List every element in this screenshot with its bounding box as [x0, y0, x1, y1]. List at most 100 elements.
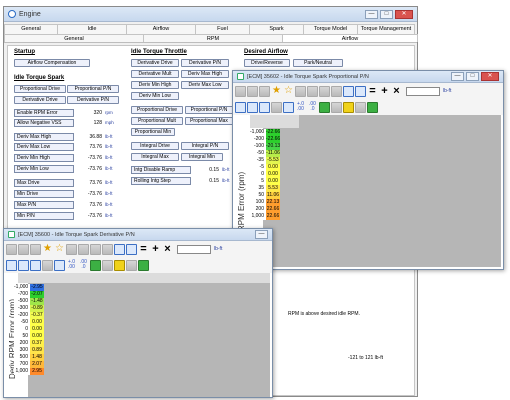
view-split-icon[interactable] — [247, 101, 258, 113]
open-icon[interactable] — [6, 243, 17, 255]
multiply-icon[interactable]: × — [391, 85, 402, 97]
save-icon[interactable] — [247, 85, 258, 97]
table-cell[interactable]: 5.53 — [266, 185, 280, 192]
throttle-derivative-mult-button[interactable]: Derivative Mult — [131, 70, 179, 78]
favorite-add-icon[interactable]: ☆ — [283, 85, 294, 97]
spark-proportional-pn-button[interactable]: Proportional P/N — [67, 85, 119, 93]
param-value[interactable]: -73.76 — [74, 165, 102, 173]
paste-icon[interactable] — [126, 243, 137, 255]
view-table-icon[interactable] — [235, 101, 246, 113]
navigate-icon[interactable] — [42, 259, 53, 271]
interpolate-icon[interactable] — [90, 259, 101, 271]
spark-proportional-drive-button[interactable]: Proportional Drive — [14, 85, 66, 93]
favorite-icon[interactable]: ★ — [42, 243, 53, 255]
throttle-proportional-min-button[interactable]: Proportional Min — [131, 128, 175, 136]
interpolate-icon[interactable] — [319, 101, 330, 113]
table-cell[interactable]: 1.48 — [30, 354, 44, 361]
tab-torque-model[interactable]: Torque Model — [303, 24, 358, 34]
copy-icon[interactable] — [343, 85, 354, 97]
plus-icon[interactable]: + — [379, 85, 390, 97]
table-cell[interactable]: -1.48 — [30, 298, 44, 305]
favorite-icon[interactable]: ★ — [271, 85, 282, 97]
maximize-button[interactable]: □ — [466, 72, 479, 81]
spark-derivative-drive-button[interactable]: Derivative Drive — [14, 96, 66, 104]
table-cell[interactable]: -2.07 — [30, 291, 44, 298]
tab-spark[interactable]: Spark — [249, 24, 304, 34]
throttle-integral-drive-button[interactable]: Integral Drive — [131, 142, 179, 150]
table-cell[interactable]: 0.00 — [266, 164, 280, 171]
table-cell[interactable]: 2.07 — [30, 361, 44, 368]
decrease-decimals-icon[interactable]: .00.0 — [307, 101, 318, 113]
table-cell[interactable]: 0.00 — [266, 171, 280, 178]
throttle-proportional-mult-button[interactable]: Proportional Mult — [131, 117, 183, 125]
undo-icon[interactable] — [331, 85, 342, 97]
throttle-proportional-pn-button[interactable]: Proportional P/N — [185, 106, 233, 114]
table-cell[interactable]: 0.00 — [30, 326, 44, 333]
print-icon[interactable] — [30, 243, 41, 255]
value-input[interactable] — [177, 244, 211, 254]
open-icon[interactable] — [235, 85, 246, 97]
equals-icon[interactable]: = — [138, 243, 149, 255]
throttle-proportional-drive-button[interactable]: Proportional Drive — [131, 106, 183, 114]
param-value[interactable]: -73.76 — [74, 190, 102, 198]
paste-icon[interactable] — [355, 85, 366, 97]
minimize-button[interactable]: — — [365, 9, 378, 19]
param-value[interactable]: 73.76 — [74, 143, 102, 151]
table-icon-2[interactable] — [307, 85, 318, 97]
param-value[interactable]: 128 — [74, 119, 102, 127]
table-cell[interactable]: -2.95 — [30, 284, 44, 291]
smooth-icon[interactable] — [331, 101, 342, 113]
throttle-integral-min-button[interactable]: Integral Min — [181, 153, 223, 161]
throttle-derivative-pn-button[interactable]: Derivative P/N — [181, 59, 229, 67]
navigate-icon[interactable] — [271, 101, 282, 113]
favorite-add-icon[interactable]: ☆ — [54, 243, 65, 255]
line-chart-icon[interactable] — [283, 101, 294, 113]
chart-icon[interactable] — [90, 243, 101, 255]
table-cell[interactable]: 0.89 — [30, 347, 44, 354]
throttle-deriv-min-low-button[interactable]: Deriv Min Low — [131, 92, 179, 100]
table-cell[interactable]: 2.95 — [30, 368, 44, 375]
copy-icon[interactable] — [114, 243, 125, 255]
fill-icon[interactable] — [343, 101, 354, 113]
table-cell[interactable]: -11.06 — [266, 150, 280, 157]
drive-reverse-button[interactable]: Drive/Reverse — [244, 59, 290, 67]
print-icon[interactable] — [259, 85, 270, 97]
compare-icon[interactable] — [126, 259, 137, 271]
throttle-derivative-drive-button[interactable]: Derivative Drive — [131, 59, 179, 67]
param-value[interactable]: 0.15 — [191, 166, 219, 174]
tab-idle[interactable]: Idle — [57, 24, 127, 34]
chart-icon[interactable] — [319, 85, 330, 97]
view-table-icon[interactable] — [6, 259, 17, 271]
subtab-general[interactable]: General — [4, 34, 144, 42]
color-scale-icon[interactable] — [367, 101, 378, 113]
table-cell[interactable]: -22.66 — [266, 136, 280, 143]
param-value[interactable]: 0.15 — [191, 177, 219, 185]
table-cell[interactable]: 11.06 — [266, 192, 280, 199]
param-value[interactable]: 320 — [74, 109, 102, 117]
spark-derivative-pn-button[interactable]: Derivative P/N — [67, 96, 119, 104]
table-icon-2[interactable] — [78, 243, 89, 255]
increase-decimals-icon[interactable]: +.0.00 — [66, 259, 77, 271]
plus-icon[interactable]: + — [150, 243, 161, 255]
minimize-button[interactable]: — — [255, 230, 268, 239]
smooth-icon[interactable] — [102, 259, 113, 271]
save-icon[interactable] — [18, 243, 29, 255]
table-cell[interactable]: 22.66 — [266, 213, 280, 220]
undo-icon[interactable] — [102, 243, 113, 255]
table-cell[interactable]: 0.00 — [30, 333, 44, 340]
view-split-icon[interactable] — [18, 259, 29, 271]
equals-icon[interactable]: = — [367, 85, 378, 97]
param-value[interactable]: 73.76 — [74, 179, 102, 187]
throttle-deriv-max-high-button[interactable]: Deriv Max High — [181, 70, 229, 78]
tab-fuel[interactable]: Fuel — [195, 24, 250, 34]
table-cell[interactable]: -0.89 — [30, 305, 44, 312]
table-cell[interactable]: -20.13 — [266, 143, 280, 150]
decrease-decimals-icon[interactable]: .00.0 — [78, 259, 89, 271]
tab-airflow[interactable]: Airflow — [126, 24, 196, 34]
throttle-integral-max-button[interactable]: Integral Max — [131, 153, 179, 161]
increase-decimals-icon[interactable]: +.0.00 — [295, 101, 306, 113]
param-value[interactable]: -73.76 — [74, 154, 102, 162]
throttle-integral-pn-button[interactable]: Integral P/N — [181, 142, 229, 150]
fill-icon[interactable] — [114, 259, 125, 271]
value-input[interactable] — [406, 86, 440, 96]
